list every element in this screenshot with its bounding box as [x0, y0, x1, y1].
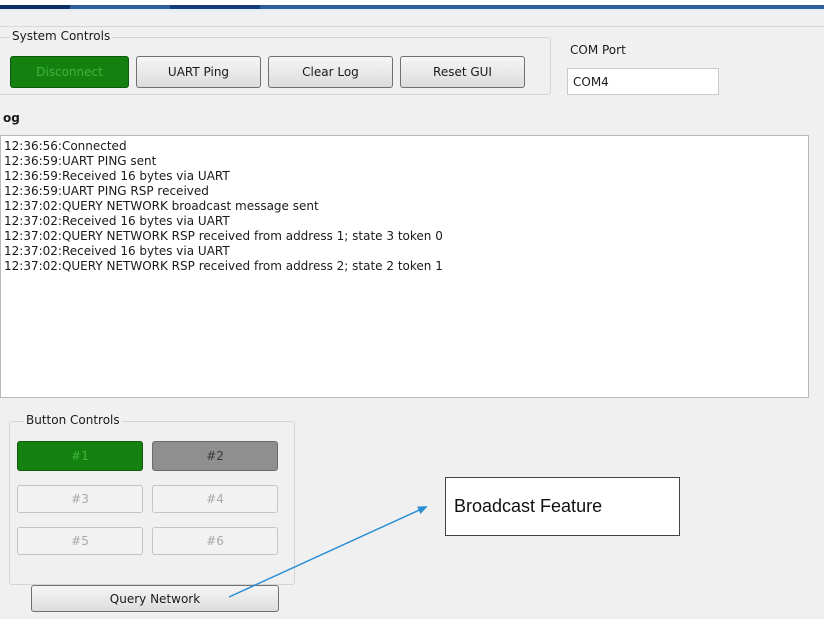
button-controls-title: Button Controls [24, 413, 122, 427]
window-title-bar [0, 0, 824, 12]
log-line: 12:37:02:QUERY NETWORK broadcast message… [4, 199, 319, 213]
control-button-3[interactable]: #3 [17, 485, 143, 513]
divider [0, 26, 824, 27]
disconnect-button[interactable]: Disconnect [10, 56, 129, 88]
log-heading: og [3, 111, 20, 125]
log-line: 12:37:02:Received 16 bytes via UART [4, 214, 230, 228]
control-button-5[interactable]: #5 [17, 527, 143, 555]
log-text-area[interactable]: 12:36:56:Connected 12:36:59:UART PING sen… [0, 135, 809, 398]
log-line: 12:36:59:UART PING RSP received [4, 184, 209, 198]
log-line: 12:36:59:UART PING sent [4, 154, 157, 168]
log-line: 12:37:02:QUERY NETWORK RSP received from… [4, 229, 443, 243]
control-button-2[interactable]: #2 [152, 441, 278, 471]
uart-ping-button[interactable]: UART Ping [136, 56, 261, 88]
broadcast-feature-callout: Broadcast Feature [445, 477, 680, 536]
control-button-4[interactable]: #4 [152, 485, 278, 513]
log-line: 12:37:02:QUERY NETWORK RSP received from… [4, 259, 443, 273]
title-bar-accent [170, 5, 260, 9]
log-line: 12:36:59:Received 16 bytes via UART [4, 169, 230, 183]
clear-log-button[interactable]: Clear Log [268, 56, 393, 88]
system-controls-title: System Controls [10, 29, 113, 43]
log-line: 12:36:56:Connected [4, 139, 127, 153]
control-button-1[interactable]: #1 [17, 441, 143, 471]
query-network-button[interactable]: Query Network [31, 585, 279, 612]
control-button-6[interactable]: #6 [152, 527, 278, 555]
com-port-label: COM Port [570, 43, 626, 57]
com-port-field[interactable]: COM4 [567, 68, 719, 95]
log-line: 12:37:02:Received 16 bytes via UART [4, 244, 230, 258]
reset-gui-button[interactable]: Reset GUI [400, 56, 525, 88]
title-bar-accent [0, 5, 70, 9]
